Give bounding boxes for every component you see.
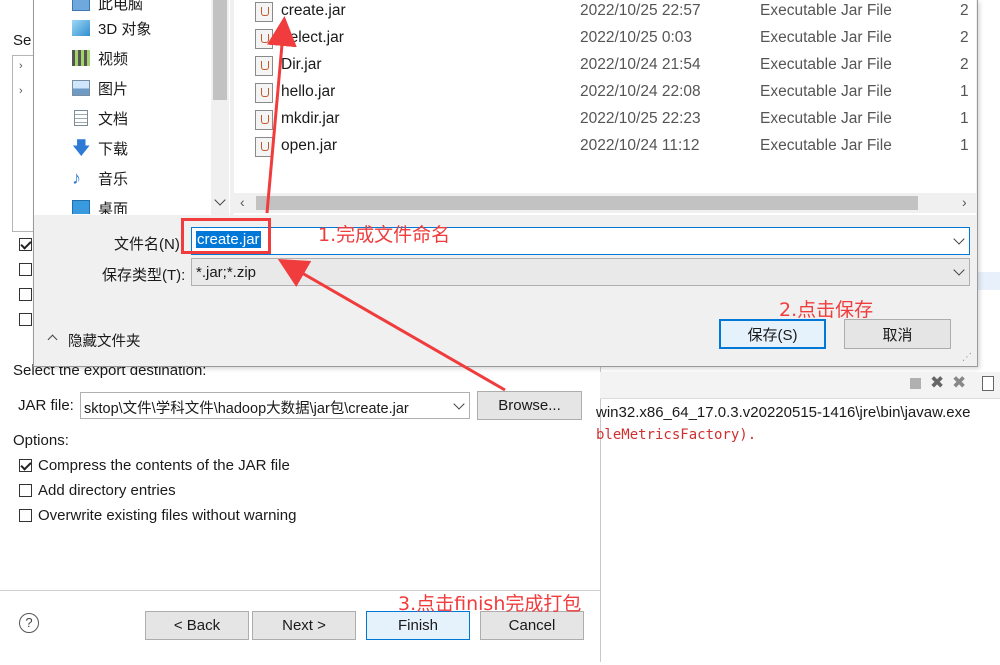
arrow-from-browse bbox=[277, 259, 506, 392]
annotation-arrows bbox=[265, 16, 506, 392]
arrow-to-create-jar bbox=[265, 16, 297, 214]
